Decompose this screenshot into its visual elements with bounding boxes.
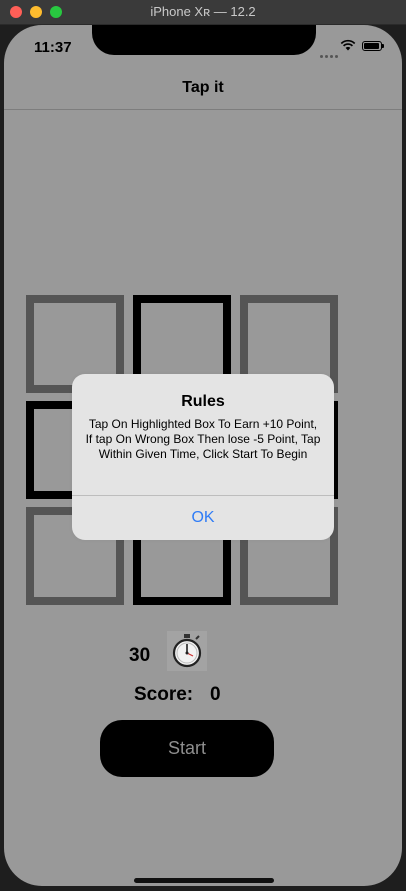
alert-message: Tap On Highlighted Box To Earn +10 Point… bbox=[85, 417, 321, 461]
score-label: Score: bbox=[134, 684, 194, 705]
window-title: iPhone Xʀ — 12.2 bbox=[150, 4, 256, 19]
home-indicator[interactable] bbox=[134, 878, 274, 883]
device-notch bbox=[92, 25, 316, 55]
score-value: 0 bbox=[210, 684, 221, 705]
battery-icon bbox=[362, 41, 384, 51]
phone-screen: 11:37 Tap it 30 Score: 0 Start Rules Tap… bbox=[4, 25, 402, 886]
timer-value: 30 bbox=[129, 645, 151, 666]
cellular-signal-icon bbox=[320, 45, 342, 58]
status-time: 11:37 bbox=[34, 39, 72, 56]
start-button[interactable]: Start bbox=[100, 720, 274, 777]
rules-alert: Rules Tap On Highlighted Box To Earn +10… bbox=[72, 374, 334, 540]
stopwatch-icon bbox=[167, 631, 207, 671]
alert-title: Rules bbox=[181, 393, 225, 410]
ok-button[interactable]: OK bbox=[72, 496, 334, 540]
wifi-icon bbox=[340, 39, 356, 51]
navigation-bar: Tap it bbox=[4, 67, 402, 110]
window-titlebar: iPhone Xʀ — 12.2 bbox=[0, 0, 406, 25]
page-title: Tap it bbox=[182, 79, 224, 96]
